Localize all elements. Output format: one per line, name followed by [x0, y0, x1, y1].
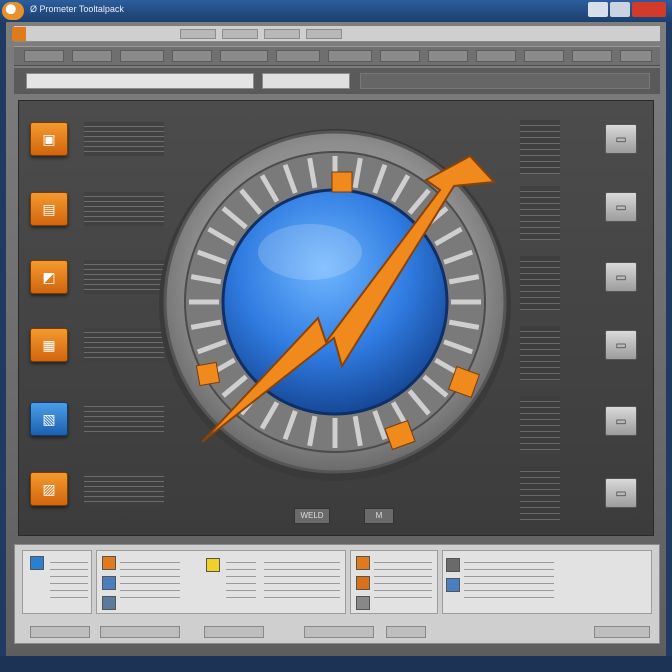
right-item-text [520, 466, 560, 520]
toolbar-tab[interactable] [572, 50, 612, 62]
toolbar-tab[interactable] [476, 50, 516, 62]
maximize-button[interactable] [610, 2, 630, 17]
card-text [50, 556, 88, 604]
bottom-button[interactable] [594, 626, 650, 638]
window-icon[interactable]: ▭ [605, 406, 637, 436]
right-item-text [520, 326, 560, 380]
blue-file-icon[interactable] [30, 556, 44, 570]
address-input[interactable] [26, 73, 254, 89]
orange-file-icon[interactable] [356, 576, 370, 590]
grey-file-icon[interactable] [102, 596, 116, 610]
bottom-button[interactable] [30, 626, 90, 638]
app-menu-icon[interactable] [12, 27, 26, 41]
sidebar-photo-icon[interactable]: ◩ [30, 260, 68, 294]
app-logo-icon[interactable] [2, 2, 24, 20]
bottom-button[interactable] [386, 626, 426, 638]
drive-icon[interactable]: ▭ [605, 192, 637, 222]
orange-file-icon[interactable] [102, 556, 116, 570]
performance-gauge-icon [159, 129, 511, 481]
menu-item[interactable] [264, 29, 300, 39]
sidebar-chart-icon[interactable]: ▨ [30, 472, 68, 506]
gauge-marker [331, 171, 353, 193]
toolbar-tab[interactable] [220, 50, 268, 62]
card-text [264, 556, 340, 604]
zoom-button[interactable]: WELD [294, 508, 330, 524]
drive-icon[interactable] [446, 558, 460, 572]
grey-file-icon[interactable] [356, 596, 370, 610]
drive-icon[interactable] [446, 578, 460, 592]
toolbar-tab[interactable] [524, 50, 564, 62]
status-text [8, 659, 128, 669]
globe-highlight [258, 224, 362, 280]
sidebar-folder-icon[interactable]: ▣ [30, 122, 68, 156]
drive-icon[interactable]: ▭ [605, 124, 637, 154]
drive-icon[interactable]: ▭ [605, 478, 637, 508]
card-text [464, 556, 554, 604]
toolbar-tab[interactable] [24, 50, 64, 62]
minimize-button[interactable] [588, 2, 608, 17]
right-item-text [520, 120, 560, 174]
toolbar-tab[interactable] [120, 50, 164, 62]
right-item-text [520, 396, 560, 450]
menu-bar-label [34, 28, 154, 40]
monitor-icon[interactable]: ▭ [605, 262, 637, 292]
toolbar-tab[interactable] [72, 50, 112, 62]
gauge-marker [195, 361, 221, 387]
toolbar-tab[interactable] [380, 50, 420, 62]
menu-item[interactable] [306, 29, 342, 39]
bottom-button[interactable] [204, 626, 264, 638]
menu-item[interactable] [222, 29, 258, 39]
card-text [226, 556, 256, 604]
blue-globe [221, 188, 449, 416]
toolbar-tab[interactable] [276, 50, 320, 62]
sidebar-document-icon[interactable]: ▦ [30, 328, 68, 362]
right-item-text [520, 186, 560, 240]
blue-file-icon[interactable] [102, 576, 116, 590]
bottom-button[interactable] [304, 626, 374, 638]
bottom-button[interactable] [100, 626, 180, 638]
yellow-folder-icon[interactable] [206, 558, 220, 572]
card-text [374, 556, 432, 604]
filter-input[interactable] [262, 73, 350, 89]
orange-file-icon[interactable] [356, 556, 370, 570]
right-item-text [520, 256, 560, 310]
status-text-right [520, 659, 660, 669]
sidebar-blue-doc-icon[interactable]: ▧ [30, 402, 68, 436]
page-button[interactable]: M [364, 508, 394, 524]
toolbar-tab[interactable] [620, 50, 652, 62]
disk-icon[interactable]: ▭ [605, 330, 637, 360]
card-text [120, 556, 180, 604]
toolbar-tab[interactable] [172, 50, 212, 62]
toolbar-tab[interactable] [428, 50, 468, 62]
sidebar-image-icon[interactable]: ▤ [30, 192, 68, 226]
toolbar-tab[interactable] [328, 50, 372, 62]
close-button[interactable] [632, 2, 666, 17]
window-title: Ø Prometer Tooltalpack [30, 4, 124, 14]
menu-item[interactable] [180, 29, 216, 39]
address-extra-field[interactable] [360, 73, 650, 89]
